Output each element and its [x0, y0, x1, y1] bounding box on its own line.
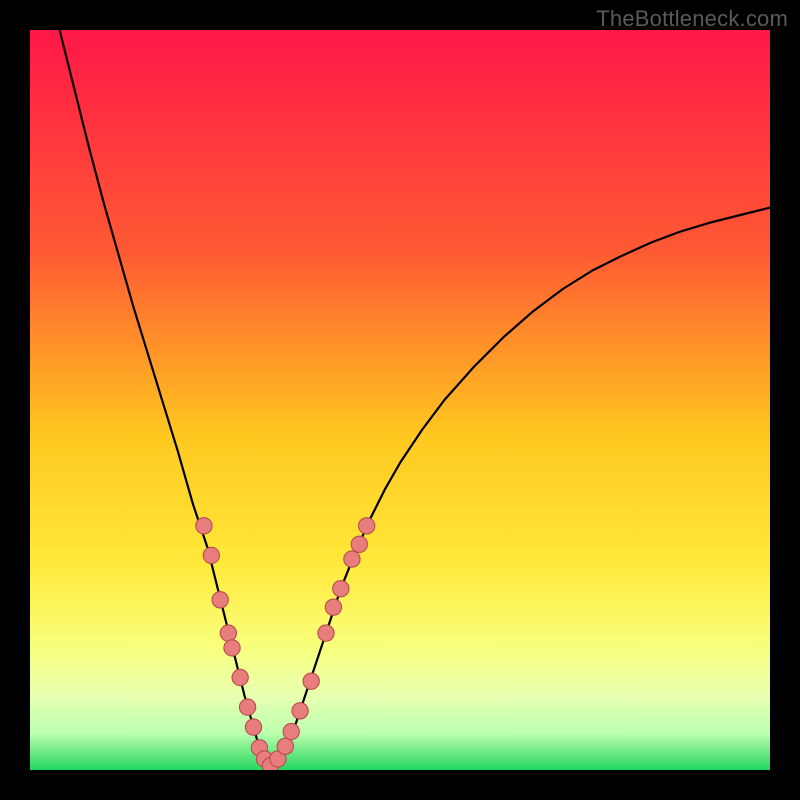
data-marker	[351, 536, 367, 552]
data-marker	[359, 518, 375, 534]
data-marker	[277, 738, 293, 754]
data-marker	[232, 669, 248, 685]
data-marker	[344, 551, 360, 567]
data-marker	[196, 518, 212, 534]
data-marker	[203, 547, 219, 563]
data-marker	[212, 592, 228, 608]
data-marker	[245, 719, 261, 735]
curve-layer	[30, 30, 770, 770]
data-marker	[292, 703, 308, 719]
curve-right-branch	[274, 208, 770, 767]
data-marker	[333, 581, 349, 597]
data-marker	[224, 640, 240, 656]
chart-frame: TheBottleneck.com	[0, 0, 800, 800]
plot-area	[30, 30, 770, 770]
data-marker	[325, 599, 341, 615]
data-marker	[283, 723, 299, 739]
watermark-text: TheBottleneck.com	[596, 6, 788, 32]
data-marker	[303, 673, 319, 689]
data-marker	[239, 699, 255, 715]
curve-left-branch	[60, 30, 267, 766]
data-marker	[220, 625, 236, 641]
data-marker	[318, 625, 334, 641]
